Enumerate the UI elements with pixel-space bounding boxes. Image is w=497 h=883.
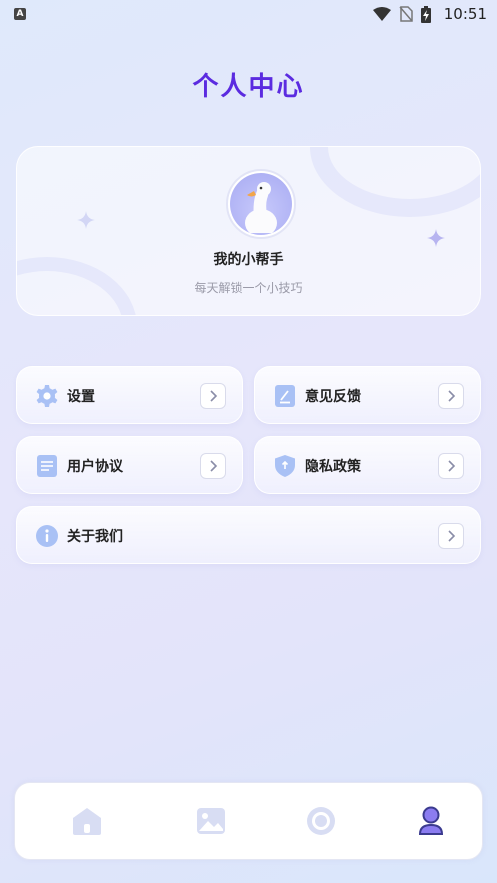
decorative-ring	[310, 147, 480, 217]
tab-gallery[interactable]	[193, 803, 229, 839]
user-agreement-label: 用户协议	[67, 459, 123, 475]
profile-name: 我的小帮手	[213, 252, 284, 268]
profile-card: 我的小帮手 每天解锁一个小技巧	[16, 146, 481, 316]
tab-home[interactable]	[69, 803, 105, 839]
clock: 10:51	[443, 5, 487, 23]
chevron-right-icon	[200, 383, 226, 409]
about-us-label: 关于我们	[67, 529, 123, 545]
record-icon	[307, 807, 335, 835]
privacy-policy-button[interactable]: 隐私政策	[254, 436, 481, 494]
feedback-label: 意见反馈	[305, 389, 361, 405]
document-icon	[37, 455, 57, 477]
info-icon	[36, 525, 58, 547]
settings-button[interactable]: 设置	[16, 366, 243, 424]
goose-avatar-icon	[245, 182, 277, 233]
battery-charging-icon	[421, 5, 431, 23]
no-sim-icon	[399, 6, 413, 22]
sparkle-icon	[77, 211, 95, 229]
status-bar: A 10:51	[0, 0, 497, 30]
profile-subtitle: 每天解锁一个小技巧	[194, 281, 303, 295]
avatar[interactable]	[226, 169, 296, 239]
tab-profile[interactable]	[413, 803, 449, 839]
profile-icon	[418, 806, 444, 835]
notification-app-icon: A	[14, 8, 26, 20]
page-title: 个人中心	[192, 72, 305, 102]
privacy-policy-label: 隐私政策	[305, 459, 361, 475]
about-us-button[interactable]: 关于我们	[16, 506, 481, 564]
feedback-button[interactable]: 意见反馈	[254, 366, 481, 424]
sparkle-icon	[427, 229, 445, 247]
user-agreement-button[interactable]: 用户协议	[16, 436, 243, 494]
gear-icon	[36, 385, 58, 407]
bottom-tab-bar	[14, 782, 483, 860]
chevron-right-icon	[200, 453, 226, 479]
settings-label: 设置	[67, 389, 95, 405]
image-icon	[197, 808, 225, 834]
chevron-right-icon	[438, 523, 464, 549]
chevron-right-icon	[438, 383, 464, 409]
wifi-icon	[373, 7, 391, 21]
shield-icon	[275, 455, 295, 477]
edit-document-icon	[275, 385, 295, 407]
tab-record[interactable]	[303, 803, 339, 839]
home-icon	[73, 808, 101, 835]
chevron-right-icon	[438, 453, 464, 479]
